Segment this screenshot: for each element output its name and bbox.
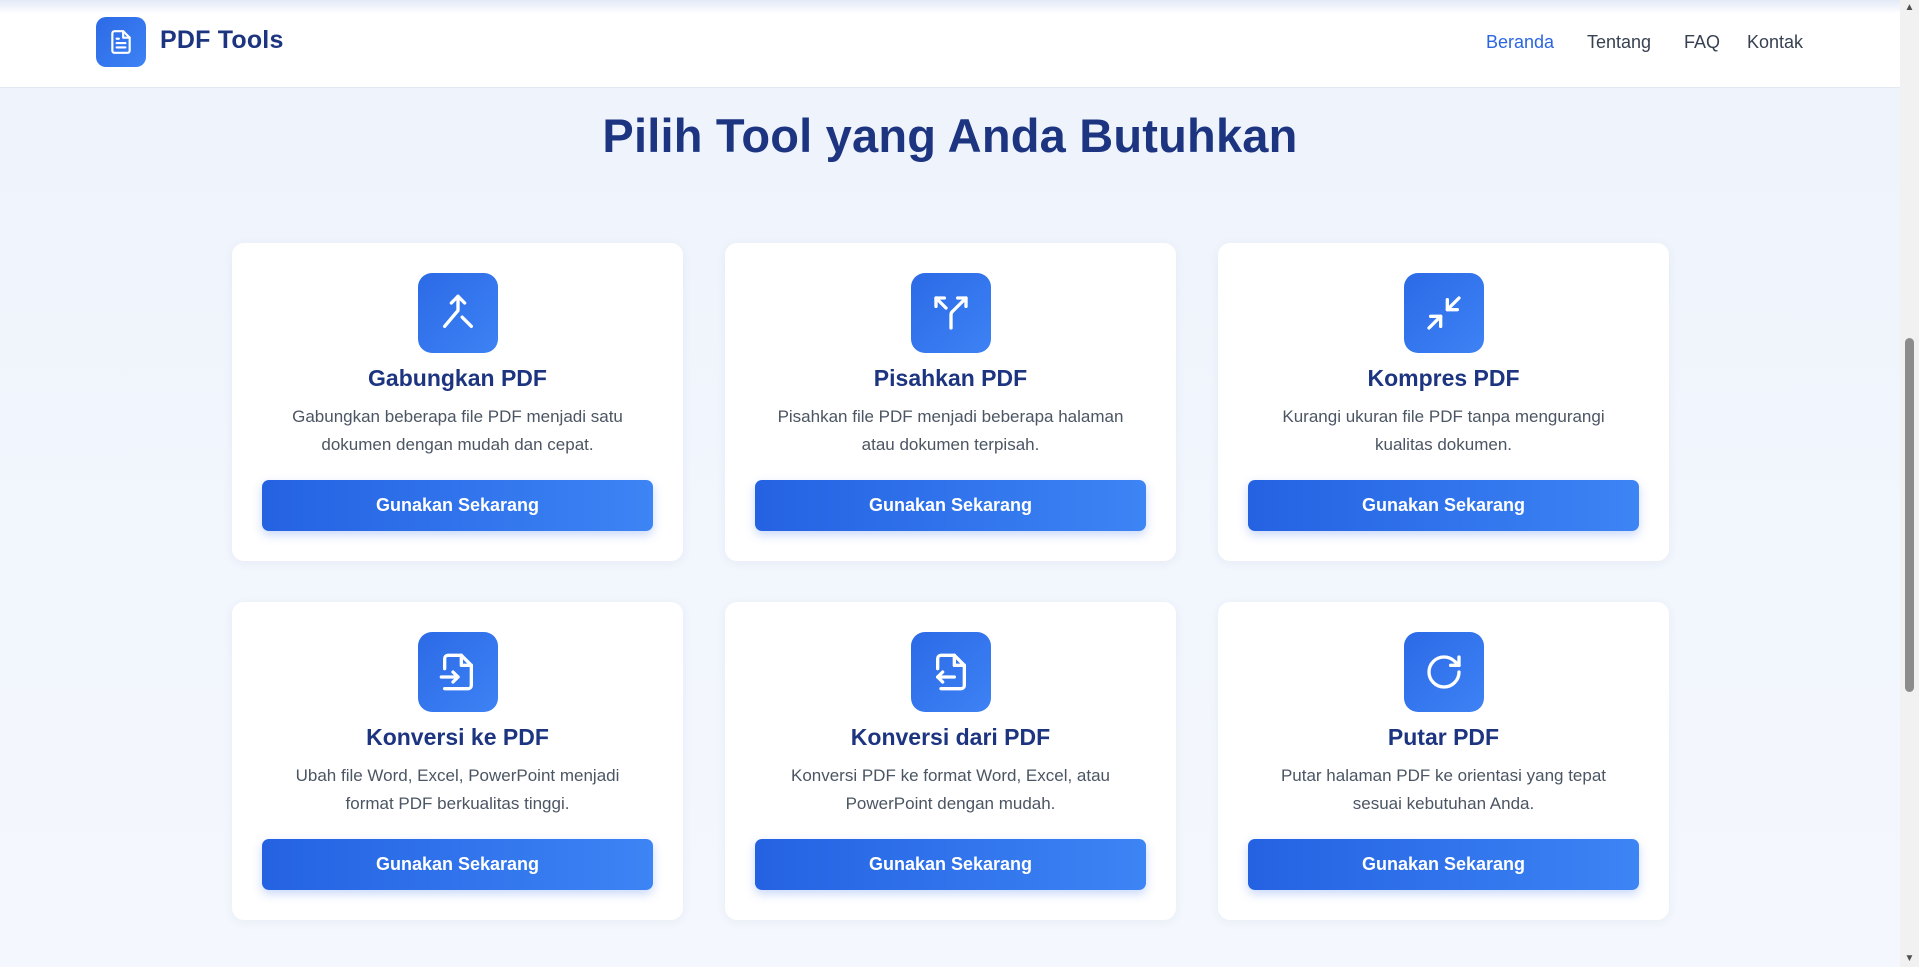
card-title: Konversi dari PDF bbox=[850, 724, 1051, 750]
scroll-up-arrow-icon[interactable]: ▲ bbox=[1904, 2, 1915, 13]
tool-card-merge: Gabungkan PDF Gabungkan beberapa file PD… bbox=[232, 243, 683, 561]
card-description-line: atau dokumen terpisah. bbox=[861, 435, 1040, 454]
document-icon bbox=[111, 30, 131, 54]
file-import-icon bbox=[439, 653, 473, 691]
card-description: Pisahkan file PDF menjadi beberapa halam… bbox=[755, 403, 1146, 459]
card-icon-box bbox=[911, 632, 991, 712]
file-export-icon bbox=[936, 653, 966, 691]
vertical-scrollbar[interactable]: ▲ ▼ bbox=[1900, 0, 1919, 967]
card-description-line: Pisahkan file PDF menjadi beberapa halam… bbox=[777, 407, 1124, 426]
card-icon-box bbox=[418, 273, 498, 353]
scroll-down-arrow-icon[interactable]: ▼ bbox=[1904, 953, 1915, 964]
card-description-line: sesuai kebutuhan Anda. bbox=[1352, 794, 1535, 813]
card-title: Kompres PDF bbox=[1367, 365, 1520, 391]
tool-card-compress: Kompres PDF Kurangi ukuran file PDF tanp… bbox=[1218, 243, 1669, 561]
nav-beranda[interactable]: Beranda bbox=[1486, 32, 1554, 53]
card-description-line: PowerPoint dengan mudah. bbox=[845, 794, 1056, 813]
logo[interactable] bbox=[96, 17, 146, 67]
merge-icon bbox=[443, 294, 473, 328]
card-description-line: Putar halaman PDF ke orientasi yang tepa… bbox=[1280, 766, 1607, 785]
card-description: Gabungkan beberapa file PDF menjadi satu… bbox=[262, 403, 653, 459]
card-icon-box bbox=[418, 632, 498, 712]
tool-card-rotate: Putar PDF Putar halaman PDF ke orientasi… bbox=[1218, 602, 1669, 920]
card-description: Konversi PDF ke format Word, Excel, atau… bbox=[755, 762, 1146, 818]
logo-text[interactable]: PDF Tools bbox=[160, 26, 284, 55]
card-description: Putar halaman PDF ke orientasi yang tepa… bbox=[1248, 762, 1639, 818]
card-title: Gabungkan PDF bbox=[368, 365, 547, 391]
use-now-button[interactable]: Gunakan Sekarang bbox=[262, 839, 653, 890]
card-title: Pisahkan PDF bbox=[873, 365, 1028, 391]
card-description-line: Gabungkan beberapa file PDF menjadi satu bbox=[292, 407, 623, 426]
card-description-line: kualitas dokumen. bbox=[1374, 435, 1513, 454]
use-now-button[interactable]: Gunakan Sekarang bbox=[755, 480, 1146, 531]
card-icon-box bbox=[1404, 632, 1484, 712]
card-description-line: Kurangi ukuran file PDF tanpa mengurangi bbox=[1282, 407, 1605, 426]
card-description-line: dokumen dengan mudah dan cepat. bbox=[321, 435, 594, 454]
use-now-button[interactable]: Gunakan Sekarang bbox=[1248, 839, 1639, 890]
card-description-line: Konversi PDF ke format Word, Excel, atau bbox=[790, 766, 1111, 785]
card-description: Kurangi ukuran file PDF tanpa mengurangi… bbox=[1248, 403, 1639, 459]
nav-kontak[interactable]: Kontak bbox=[1747, 32, 1803, 53]
tool-card-split: Pisahkan PDF Pisahkan file PDF menjadi b… bbox=[725, 243, 1176, 561]
split-icon bbox=[934, 296, 968, 330]
card-description: Ubah file Word, Excel, PowerPoint menjad… bbox=[262, 762, 653, 818]
use-now-button[interactable]: Gunakan Sekarang bbox=[755, 839, 1146, 890]
tool-card-convert-to: Konversi ke PDF Ubah file Word, Excel, P… bbox=[232, 602, 683, 920]
use-now-button[interactable]: Gunakan Sekarang bbox=[262, 480, 653, 531]
scrollbar-thumb[interactable] bbox=[1905, 338, 1914, 692]
page-title: Pilih Tool yang Anda Butuhkan bbox=[602, 109, 1298, 162]
use-now-button[interactable]: Gunakan Sekarang bbox=[1248, 480, 1639, 531]
card-description-line: Ubah file Word, Excel, PowerPoint menjad… bbox=[295, 766, 620, 785]
card-icon-box bbox=[911, 273, 991, 353]
card-title: Putar PDF bbox=[1387, 724, 1500, 750]
card-description-line: format PDF berkualitas tinggi. bbox=[345, 794, 570, 813]
tool-card-convert-from: Konversi dari PDF Konversi PDF ke format… bbox=[725, 602, 1176, 920]
card-title: Konversi ke PDF bbox=[366, 724, 549, 750]
header-top-shadow bbox=[0, 0, 1900, 14]
card-icon-box bbox=[1404, 273, 1484, 353]
compress-icon bbox=[1427, 296, 1461, 330]
nav-faq[interactable]: FAQ bbox=[1684, 32, 1720, 53]
rotate-icon bbox=[1427, 655, 1461, 689]
nav-tentang[interactable]: Tentang bbox=[1587, 32, 1651, 53]
